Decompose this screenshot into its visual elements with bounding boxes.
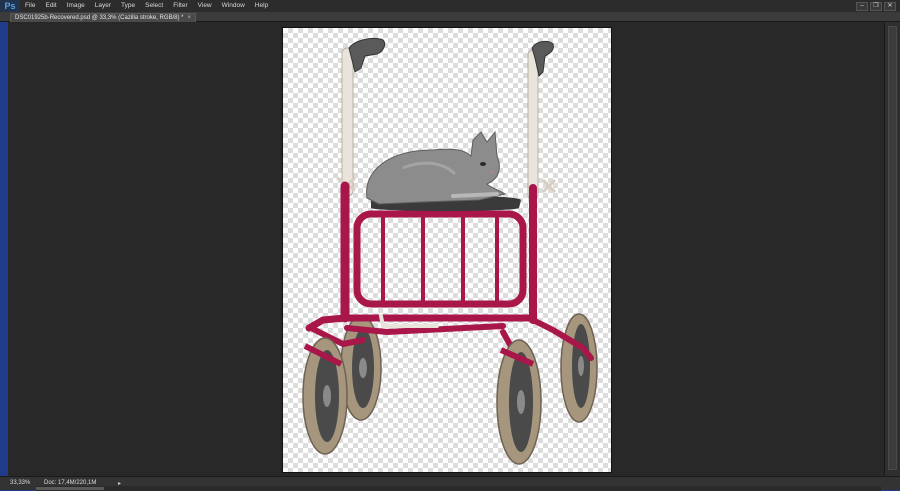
menu-type[interactable]: Type bbox=[116, 0, 140, 12]
menu-bar: Ps File Edit Image Layer Type Select Fil… bbox=[0, 0, 900, 12]
photoshop-logo-icon: Ps bbox=[0, 0, 20, 12]
close-button[interactable]: ✕ bbox=[884, 1, 896, 11]
menu-image[interactable]: Image bbox=[62, 0, 90, 12]
front-left-wheel bbox=[302, 337, 348, 455]
walker-with-cat-artwork bbox=[302, 37, 598, 465]
right-handle bbox=[527, 40, 557, 201]
menu-help[interactable]: Help bbox=[250, 0, 273, 12]
left-edge bbox=[0, 22, 8, 490]
document-tab-bar: DSC01925b-Recovered.psd @ 33,3% (Cazilla… bbox=[0, 12, 900, 22]
document-canvas[interactable] bbox=[283, 28, 611, 472]
menu-view[interactable]: View bbox=[193, 0, 217, 12]
front-right-wheel bbox=[496, 339, 542, 465]
menu-edit[interactable]: Edit bbox=[40, 0, 61, 12]
restore-button[interactable]: ❐ bbox=[870, 1, 882, 11]
canvas-workspace[interactable] bbox=[8, 22, 884, 476]
close-tab-icon[interactable]: × bbox=[188, 14, 192, 22]
menu-layer[interactable]: Layer bbox=[90, 0, 116, 12]
window-controls: – ❐ ✕ bbox=[856, 0, 896, 12]
photoshop-window: Ps File Edit Image Layer Type Select Fil… bbox=[0, 0, 900, 491]
vertical-scrollbar[interactable] bbox=[884, 22, 900, 476]
menu-window[interactable]: Window bbox=[217, 0, 250, 12]
menu-select[interactable]: Select bbox=[140, 0, 168, 12]
menu-filter[interactable]: Filter bbox=[168, 0, 192, 12]
cat bbox=[366, 130, 507, 205]
vertical-scroll-thumb[interactable] bbox=[888, 26, 897, 470]
horizontal-scrollbar[interactable] bbox=[36, 486, 881, 491]
document-tab-title: DSC01925b-Recovered.psd @ 33,3% (Cazilla… bbox=[15, 15, 184, 21]
status-bar: 33,33% Doc: 17,4M/220,1M ▸ bbox=[0, 476, 900, 491]
document-tab[interactable]: DSC01925b-Recovered.psd @ 33,3% (Cazilla… bbox=[10, 13, 197, 22]
minimize-button[interactable]: – bbox=[856, 1, 868, 11]
rear-right-wheel bbox=[560, 313, 598, 423]
menu-file[interactable]: File bbox=[20, 0, 40, 12]
